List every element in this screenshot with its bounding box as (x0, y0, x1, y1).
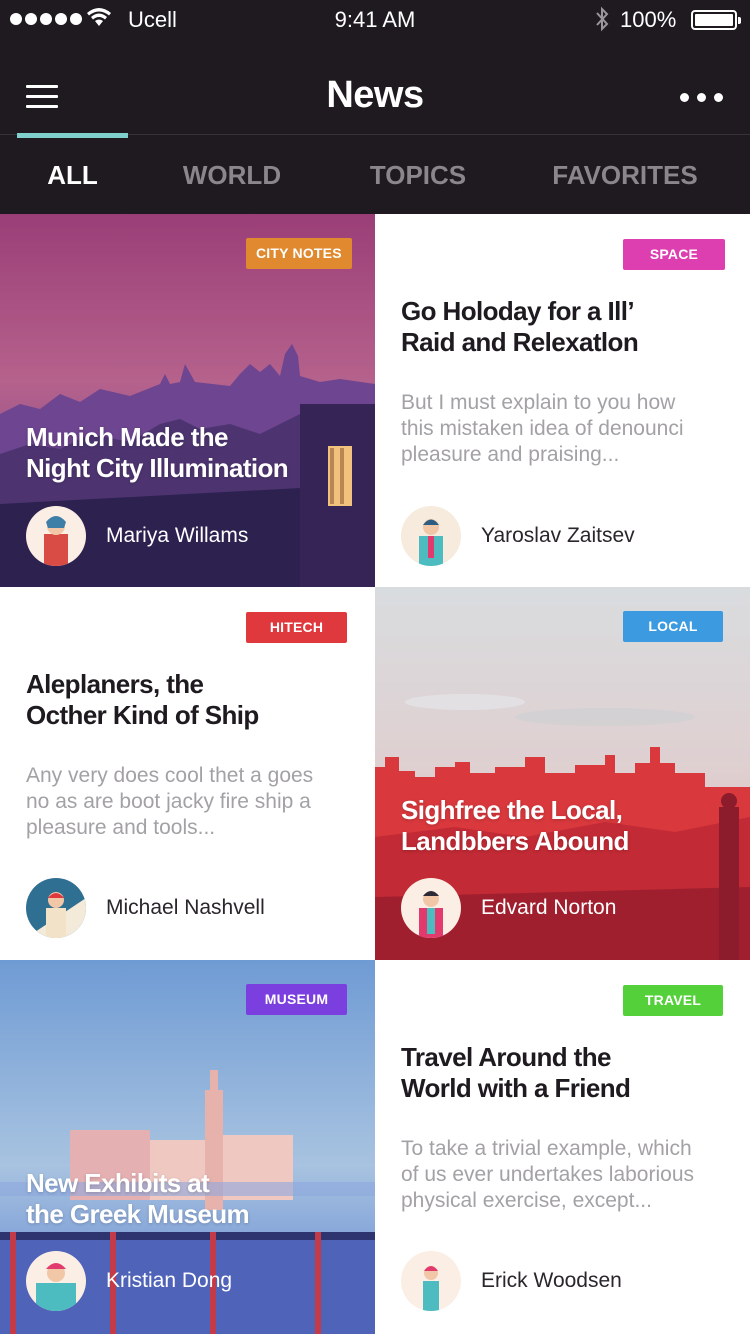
tab-favorites[interactable]: FAVORITES (530, 135, 720, 215)
category-badge: TRAVEL (623, 985, 723, 1016)
card-title-line: New Exhibits at (26, 1168, 210, 1198)
card-title-line: Octher Kind of Ship (26, 700, 259, 730)
card-title-line: Go Holoday for a Ill’ (401, 296, 635, 326)
card-title-line: World with a Friend (401, 1073, 631, 1103)
author[interactable]: Michael Nashvell (26, 878, 265, 938)
card-excerpt-line: physical exercise, except... (401, 1189, 652, 1212)
card-title: New Exhibits at the Greek Museum (26, 1168, 250, 1230)
card-title-line: Aleplaners, the (26, 669, 204, 699)
author-name: Erick Woodsen (481, 1269, 622, 1292)
card-excerpt: But I must explain to you how this mista… (401, 390, 731, 468)
category-badge: MUSEUM (246, 984, 347, 1015)
card-excerpt-line: pleasure and tools... (26, 816, 216, 839)
category-badge: CITY NOTES (246, 238, 352, 269)
card-excerpt-line: To take a trivial example, which (401, 1137, 692, 1160)
category-badge: SPACE (623, 239, 725, 270)
tab-all[interactable]: ALL (17, 135, 128, 215)
card-title: Travel Around the World with a Friend (401, 1042, 631, 1104)
card-title-line: Raid and Relexatlon (401, 327, 639, 357)
card-excerpt: Any very does cool thet a goes no as are… (26, 763, 356, 841)
author-avatar (26, 878, 86, 938)
news-card-museum[interactable]: MUSEUM New Exhibits at the Greek Museum … (0, 960, 375, 1334)
card-title-line: Night City Illumination (26, 453, 289, 483)
battery-icon (691, 10, 741, 30)
author[interactable]: Yaroslav Zaitsev (401, 506, 635, 566)
category-badge: LOCAL (623, 611, 723, 642)
news-card-local[interactable]: LOCAL Sighfree the Local, Landbbers Abou… (375, 587, 750, 960)
card-excerpt-line: pleasure and praising... (401, 443, 620, 466)
author-avatar (401, 1251, 461, 1311)
news-card-space[interactable]: SPACE Go Holoday for a Ill’ Raid and Rel… (375, 214, 750, 587)
status-bar: Ucell 9:41 AM 100% (0, 0, 750, 40)
author-avatar (401, 878, 461, 938)
category-tabs: ALL WORLD TOPICS FAVORITES (0, 133, 750, 215)
card-excerpt-line: this mistaken idea of denounci (401, 417, 684, 440)
card-title-line: Travel Around the (401, 1042, 611, 1072)
card-excerpt-line: no as are boot jacky fire ship a (26, 790, 311, 813)
author[interactable]: Erick Woodsen (401, 1251, 622, 1311)
bluetooth-icon (596, 6, 609, 32)
author-name: Yaroslav Zaitsev (481, 524, 635, 547)
author[interactable]: Edvard Norton (401, 878, 616, 938)
author-avatar (26, 1251, 86, 1311)
card-excerpt-line: But I must explain to you how (401, 391, 676, 414)
card-excerpt-line: of us ever undertakes laborious (401, 1163, 695, 1186)
card-title-line: Landbbers Abound (401, 826, 629, 856)
tab-topics[interactable]: TOPICS (348, 135, 488, 215)
news-card-travel[interactable]: TRAVEL Travel Around the World with a Fr… (375, 960, 750, 1334)
card-title: Sighfree the Local, Landbbers Abound (401, 795, 629, 857)
card-excerpt-line: Any very does cool thet a goes (26, 764, 314, 787)
card-title-line: the Greek Museum (26, 1199, 250, 1229)
news-card-hitech[interactable]: HITECH Aleplaners, the Octher Kind of Sh… (0, 587, 375, 960)
author[interactable]: Kristian Dong (26, 1251, 232, 1311)
author-name: Michael Nashvell (106, 896, 265, 919)
news-card-munich[interactable]: CITY NOTES Munich Made the Night City Il… (0, 214, 375, 587)
battery-percent: 100% (620, 7, 677, 32)
card-title-line: Munich Made the (26, 422, 229, 452)
card-title: Go Holoday for a Ill’ Raid and Relexatlo… (401, 296, 639, 358)
card-title-line: Sighfree the Local, (401, 795, 623, 825)
more-options-icon[interactable] (680, 93, 723, 102)
tab-world[interactable]: WORLD (162, 135, 302, 215)
author-name: Mariya Willams (106, 524, 249, 547)
page-title: News (326, 74, 424, 116)
card-title: Munich Made the Night City Illumination (26, 422, 289, 484)
author-avatar (26, 506, 86, 566)
nav-bar: News (0, 40, 750, 134)
card-title: Aleplaners, the Octher Kind of Ship (26, 669, 259, 731)
app-header: Ucell 9:41 AM 100% News ALL WORLD TOPICS… (0, 0, 750, 214)
author[interactable]: Mariya Willams (26, 506, 248, 566)
author-name: Kristian Dong (106, 1269, 233, 1292)
author-name: Edvard Norton (481, 896, 617, 919)
card-excerpt: To take a trivial example, which of us e… (401, 1136, 731, 1214)
author-avatar (401, 506, 461, 566)
category-badge: HITECH (246, 612, 347, 643)
